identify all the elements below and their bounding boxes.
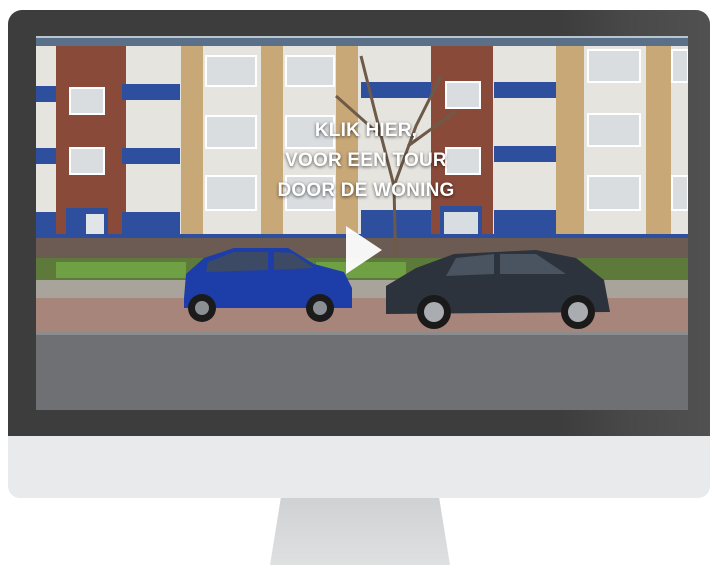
video-thumbnail[interactable]: KLIK HIER, VOOR EEN TOUR DOOR DE WONING <box>36 36 688 410</box>
monitor: KLIK HIER, VOOR EEN TOUR DOOR DE WONING <box>0 0 710 565</box>
monitor-stand <box>270 498 450 565</box>
street-photo <box>36 36 688 410</box>
cta-line-2: VOOR EEN TOUR <box>285 150 447 171</box>
play-icon[interactable] <box>344 224 384 276</box>
video-call-to-action[interactable]: KLIK HIER, VOOR EEN TOUR DOOR DE WONING <box>226 116 506 206</box>
monitor-chin <box>8 436 710 498</box>
cta-line-3: DOOR DE WONING <box>277 180 455 201</box>
cta-line-1: KLIK HIER, <box>314 120 418 141</box>
